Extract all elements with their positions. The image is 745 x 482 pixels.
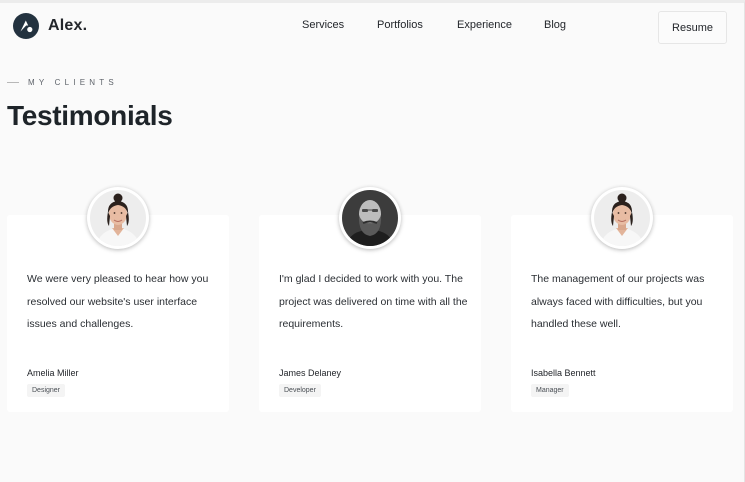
client-name: Isabella Bennett [531,368,596,378]
role-badge: Designer [27,384,66,397]
eyebrow-label: MY CLIENTS [28,78,118,87]
section-eyebrow: MY CLIENTS [7,78,118,87]
site-header: Alex. Services Portfolios Experience Blo… [0,3,744,49]
resume-button[interactable]: Resume [658,11,727,44]
role-badge: Manager [531,384,569,397]
nav-item-experience[interactable]: Experience [457,19,512,31]
testimonial-quote: We were very pleased to hear how you res… [27,273,209,330]
testimonial-quote: I'm glad I decided to work with you. The… [279,273,468,330]
role-badge: Developer [279,384,321,397]
nav-item-blog[interactable]: Blog [544,19,566,31]
woman-portrait-icon [90,190,146,246]
client-name: James Delaney [279,368,342,378]
avatar [339,187,401,249]
nav-item-services[interactable]: Services [302,19,344,31]
section-title: Testimonials [7,100,173,131]
testimonial-card: We were very pleased to hear how you res… [7,187,229,412]
eyebrow-divider [7,82,19,83]
nav-item-portfolios[interactable]: Portfolios [377,19,423,31]
testimonial-card: I'm glad I decided to work with you. The… [259,187,481,412]
bearded-man-portrait-icon [342,190,398,246]
avatar [87,187,149,249]
main-nav: Services Portfolios Experience Blog [0,19,744,35]
woman-portrait-icon [594,190,650,246]
testimonial-quote: The management of our projects was alway… [531,273,705,330]
client-name: Amelia Miller [27,368,79,378]
avatar [591,187,653,249]
testimonial-card: The management of our projects was alway… [511,187,733,412]
page: Alex. Services Portfolios Experience Blo… [0,0,745,482]
